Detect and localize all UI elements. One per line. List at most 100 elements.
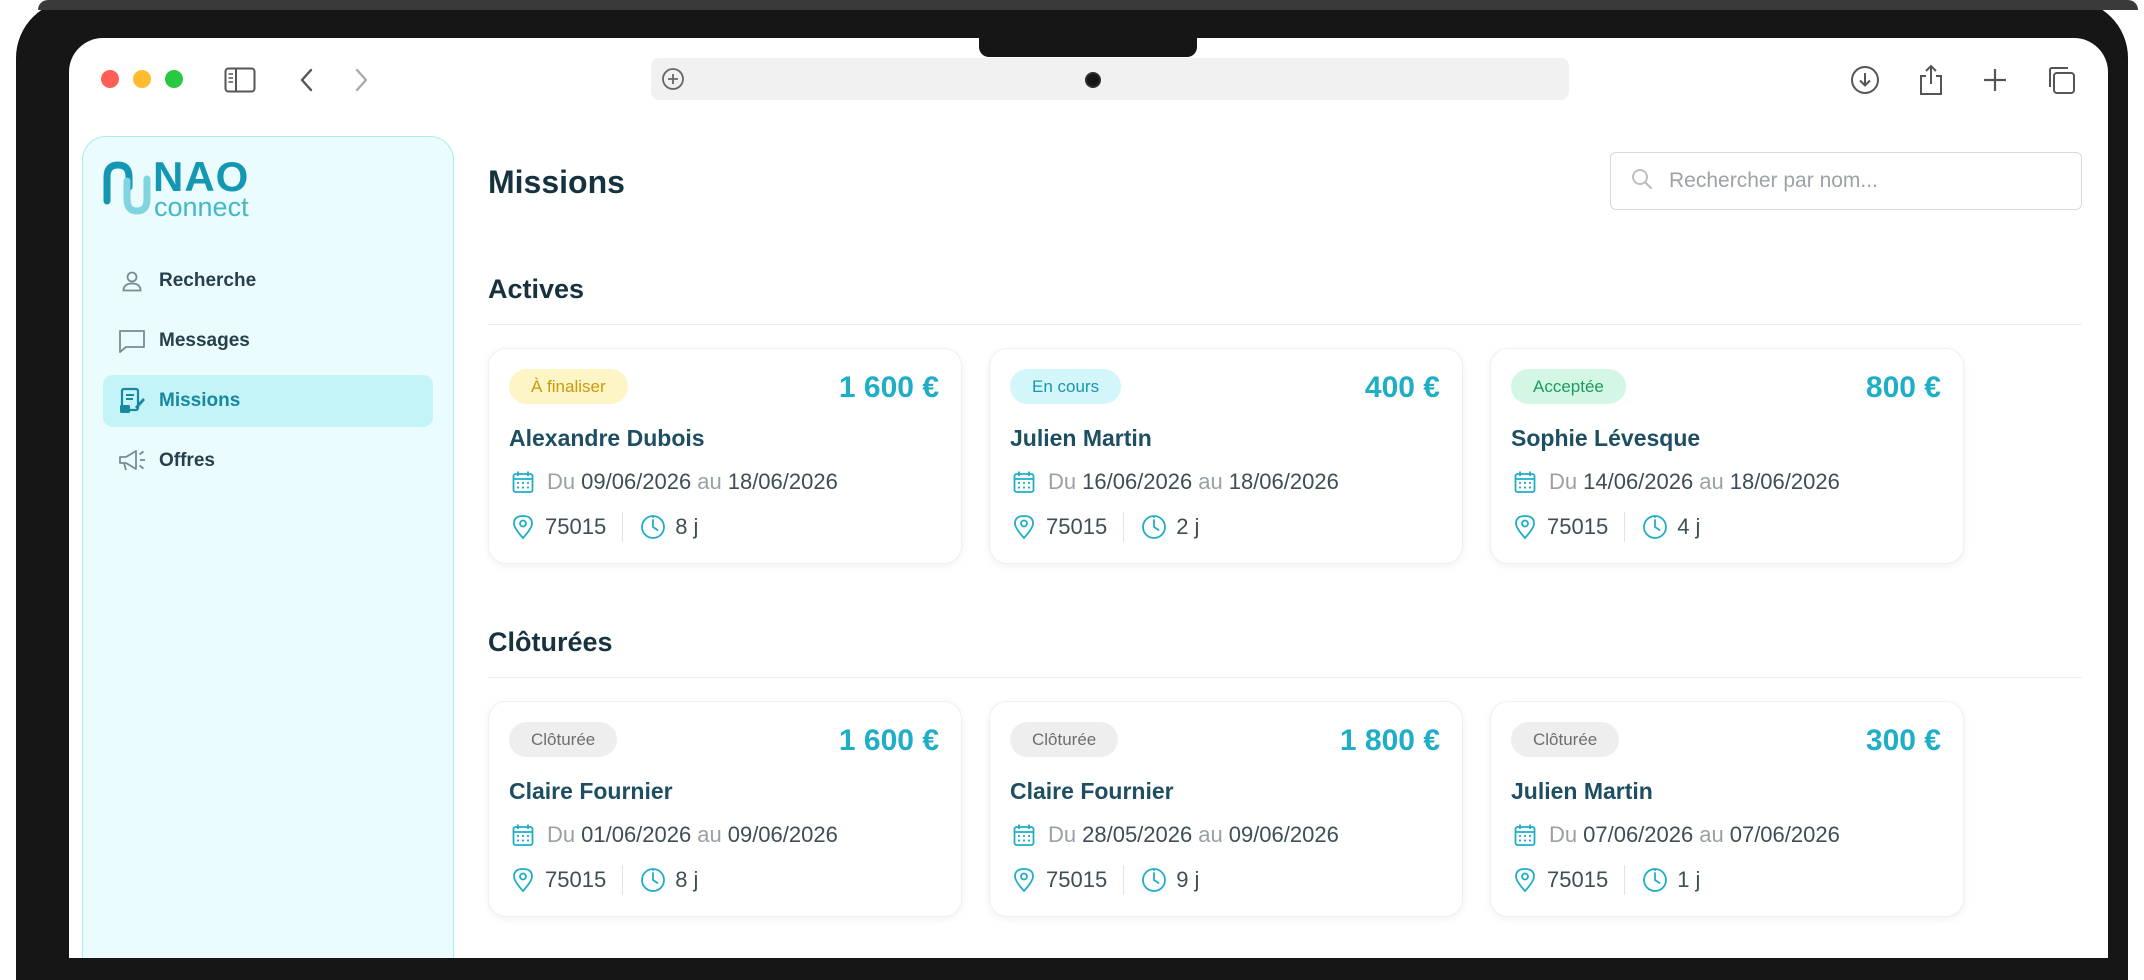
megaphone-icon [117, 446, 147, 476]
mission-card[interactable]: À finaliser 1 600 € Alexandre Dubois Du … [488, 348, 962, 564]
location-pin-icon [1010, 513, 1038, 541]
status-badge: À finaliser [509, 369, 628, 404]
sidebar-item-missions[interactable]: Missions [103, 375, 433, 427]
mission-document-icon [117, 386, 147, 416]
clock-icon [639, 866, 667, 894]
section-divider [488, 324, 2082, 325]
search-icon [1631, 168, 1653, 195]
mission-dates: Du 28/05/2026 au 09/06/2026 [1010, 820, 1345, 850]
sidebar-item-offres[interactable]: Offres [103, 435, 433, 487]
date-to: 18/06/2026 [1228, 469, 1339, 494]
mission-card[interactable]: Clôturée 1 800 € Claire Fournier Du 28/0… [989, 701, 1463, 917]
mission-meta: 75015 8 j [509, 511, 698, 543]
mission-card[interactable]: Clôturée 300 € Julien Martin Du 07/06/20… [1490, 701, 1964, 917]
client-name: Julien Martin [1010, 425, 1152, 451]
sidebar-toggle-icon[interactable] [224, 64, 256, 96]
close-window-button[interactable] [101, 70, 119, 88]
mission-duration: 1 j [1677, 867, 1701, 892]
sidebar-item-messages[interactable]: Messages [103, 315, 433, 367]
date-separator: au [1198, 469, 1223, 494]
date-prefix: Du [1048, 822, 1077, 847]
mission-dates: Du 07/06/2026 au 07/06/2026 [1511, 820, 1846, 850]
calendar-icon [1511, 821, 1539, 849]
date-prefix: Du [547, 469, 576, 494]
section-title-actives: Actives [488, 274, 585, 304]
mission-card[interactable]: En cours 400 € Julien Martin Du 16/06/20… [989, 348, 1463, 564]
clock-icon [1140, 866, 1168, 894]
meta-divider [622, 512, 624, 542]
mission-price: 1 600 € [838, 724, 939, 757]
date-prefix: Du [547, 822, 576, 847]
status-badge: En cours [1010, 369, 1122, 404]
client-name: Claire Fournier [1010, 778, 1174, 804]
nao-connect-logo[interactable]: NAO connect [103, 155, 273, 222]
postal-code: 75015 [1547, 514, 1609, 539]
mission-meta: 75015 8 j [509, 864, 698, 896]
status-badge: Clôturée [1010, 722, 1119, 757]
sidebar-item-label: Recherche [159, 270, 257, 291]
sidebar-item-recherche[interactable]: Recherche [103, 255, 433, 307]
mission-duration: 4 j [1677, 514, 1701, 539]
date-separator: au [1699, 469, 1724, 494]
postal-code: 75015 [1046, 867, 1108, 892]
minimize-window-button[interactable] [133, 70, 151, 88]
location-pin-icon [1511, 513, 1539, 541]
mission-price: 400 € [1364, 371, 1440, 404]
meta-divider [1624, 865, 1626, 895]
date-from: 14/06/2026 [1583, 469, 1694, 494]
laptop-frame-edge [38, 0, 2138, 10]
section-title-cloturees: Clôturées [488, 627, 613, 657]
meta-divider [1123, 865, 1125, 895]
mission-dates: Du 16/06/2026 au 18/06/2026 [1010, 467, 1345, 497]
mission-card[interactable]: Acceptée 800 € Sophie Lévesque Du 14/06/… [1490, 348, 1964, 564]
location-pin-icon [509, 513, 537, 541]
mission-duration: 8 j [675, 867, 699, 892]
mission-price: 1 800 € [1339, 724, 1440, 757]
mission-meta: 75015 9 j [1010, 864, 1199, 896]
back-chevron-icon[interactable] [291, 64, 323, 96]
location-pin-icon [509, 866, 537, 894]
postal-code: 75015 [545, 514, 607, 539]
calendar-icon [1511, 468, 1539, 496]
date-from: 16/06/2026 [1082, 469, 1193, 494]
calendar-icon [1010, 468, 1038, 496]
clock-icon [1140, 513, 1168, 541]
date-to: 18/06/2026 [727, 469, 838, 494]
date-to: 09/06/2026 [1228, 822, 1339, 847]
add-circle-icon[interactable] [661, 67, 685, 96]
download-icon[interactable] [1849, 64, 1881, 96]
share-icon[interactable] [1915, 64, 1947, 96]
forward-chevron-icon[interactable] [345, 64, 377, 96]
clock-icon [1641, 866, 1669, 894]
search-box[interactable] [1610, 152, 2082, 210]
sidebar-item-label: Missions [159, 390, 241, 411]
date-to: 09/06/2026 [727, 822, 838, 847]
mission-price: 300 € [1865, 724, 1941, 757]
meta-divider [1123, 512, 1125, 542]
meta-divider [1624, 512, 1626, 542]
date-from: 28/05/2026 [1082, 822, 1193, 847]
mission-card[interactable]: Clôturée 1 600 € Claire Fournier Du 01/0… [488, 701, 962, 917]
tabs-overview-icon[interactable] [2045, 64, 2077, 96]
screen: NAO connect Recherche Messages Missions … [69, 38, 2108, 958]
logo-subtitle: connect [154, 192, 249, 222]
client-name: Sophie Lévesque [1511, 425, 1701, 451]
search-input[interactable] [1667, 168, 2051, 194]
sidebar: NAO connect Recherche Messages Missions … [82, 136, 454, 958]
status-badge: Clôturée [1511, 722, 1620, 757]
date-from: 01/06/2026 [581, 822, 692, 847]
mission-meta: 75015 1 j [1511, 864, 1700, 896]
sidebar-item-label: Offres [159, 450, 215, 471]
address-bar[interactable] [651, 58, 1569, 100]
sidebar-item-label: Messages [159, 330, 250, 351]
date-prefix: Du [1549, 469, 1578, 494]
new-tab-plus-icon[interactable] [1979, 64, 2011, 96]
meta-divider [622, 865, 624, 895]
mission-dates: Du 09/06/2026 au 18/06/2026 [509, 467, 844, 497]
client-name: Julien Martin [1511, 778, 1653, 804]
location-pin-icon [1511, 866, 1539, 894]
maximize-window-button[interactable] [165, 70, 183, 88]
mission-meta: 75015 4 j [1511, 511, 1700, 543]
mission-dates: Du 01/06/2026 au 09/06/2026 [509, 820, 844, 850]
calendar-icon [509, 468, 537, 496]
